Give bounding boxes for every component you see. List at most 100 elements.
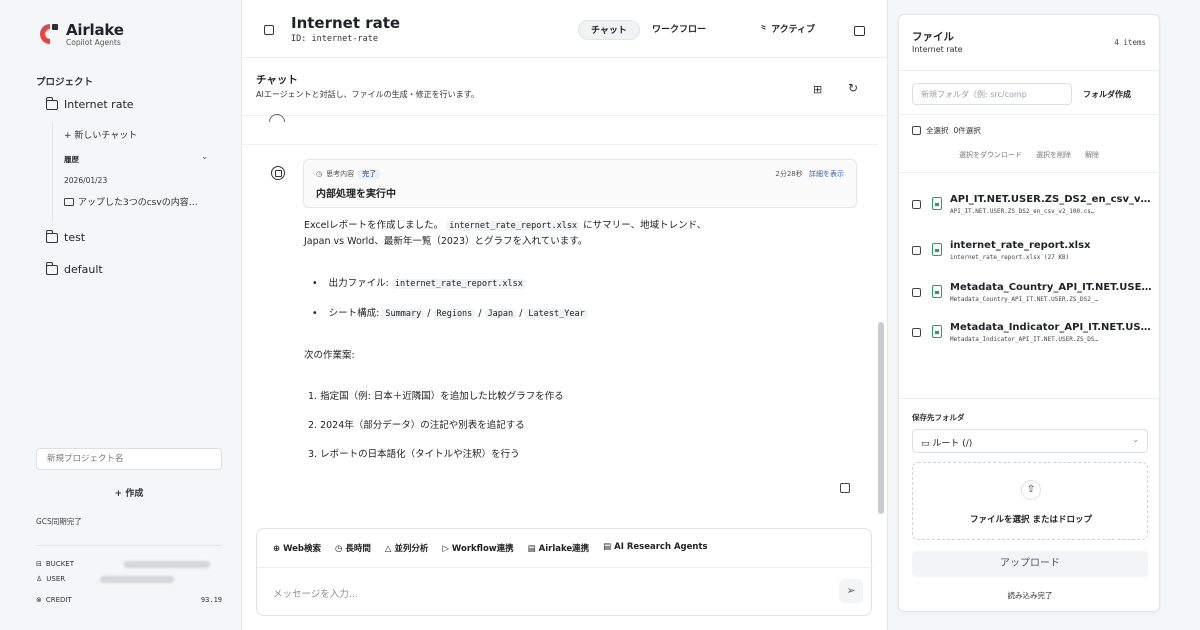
assistant-message: Excelレポートを作成しました。 internet_rate_report.x… xyxy=(304,218,824,249)
logo-name: Airlake xyxy=(66,21,124,39)
tab-workflow[interactable]: ワークフロー xyxy=(652,20,706,40)
list-item: 1. 指定国（例: 日本＋近隣国）を追加した比較グラフを作る xyxy=(308,391,564,402)
thought-duration: 2分28秒 xyxy=(775,170,803,178)
top-header: Internet rate ID: internet-rate チャット ワーク… xyxy=(242,0,888,58)
history-chat-label: アップした3つのcsvの内容… xyxy=(78,198,198,208)
logo[interactable]: Airlake Copilot Agents xyxy=(36,19,146,49)
projects-heading: プロジェクト xyxy=(36,77,94,88)
logo-subtitle: Copilot Agents xyxy=(66,38,121,47)
file-icon xyxy=(932,325,942,338)
gcs-sync-status: GCS同期完了 xyxy=(36,517,82,526)
destination-folder-label: 保存先フォルダ xyxy=(912,413,965,422)
file-row[interactable]: API_IT.NET.USER.ZS_DS2_en_csv_v2_100.csv… xyxy=(912,191,1152,219)
tool-airlake[interactable]: ▤ Airlake連携 xyxy=(528,542,590,554)
chat-header: チャット AIエージェントと対話し、ファイルの生成・修正を行います。 ⊞ ↻ xyxy=(242,58,888,116)
tab-chat[interactable]: チャット xyxy=(578,20,640,40)
tool-web-search[interactable]: ⊕ Web検索 xyxy=(273,542,321,554)
selected-count: 0件選択 xyxy=(953,126,981,135)
thought-title: 内部処理を実行中 xyxy=(316,189,396,200)
bucket-label: BUCKET xyxy=(45,560,74,568)
send-icon[interactable]: ➢ xyxy=(839,579,863,603)
list-item: 3. レポートの日本語化（タイトルや注釈）を行う xyxy=(308,449,520,460)
main-panel: Internet rate ID: internet-rate チャット ワーク… xyxy=(242,0,888,630)
clock-icon: ◷ xyxy=(316,170,323,178)
bucket-row: ⊟ BUCKET xyxy=(36,560,222,568)
file-row[interactable]: Metadata_Indicator_API_IT.NET.USER.ZS_DS… xyxy=(912,319,1152,347)
file-name: Metadata_Country_API_IT.NET.USER.ZS_DS2 xyxy=(950,282,1152,293)
thought-panel[interactable]: ◷ 思考内容 完了 内部処理を実行中 2分28秒 詳細を表示 xyxy=(303,159,857,208)
load-status: 読み込み完了 xyxy=(1007,591,1053,600)
create-project-button[interactable]: + 作成 xyxy=(36,486,222,499)
file-checkbox[interactable] xyxy=(912,246,921,255)
credit-row: ⊗ CREDIT 93.19 xyxy=(36,596,222,604)
select-all-checkbox[interactable] xyxy=(912,126,921,135)
separator-text: / xyxy=(478,308,482,319)
file-checkbox[interactable] xyxy=(912,200,921,209)
destination-value: ルート (/) xyxy=(932,439,973,449)
bot-avatar-icon xyxy=(271,166,285,180)
list-item: シート構成: Summary / Regions / Japan / Lates… xyxy=(312,305,588,319)
new-folder-input[interactable]: 新規フォルダ（例: src/comp xyxy=(912,83,1072,105)
file-checkbox[interactable] xyxy=(912,288,921,297)
tree-line xyxy=(52,122,53,222)
list-item: 出力ファイル: internet_rate_report.xlsx xyxy=(312,275,526,289)
project-item-internet-rate[interactable]: Internet rate xyxy=(45,97,134,111)
status-badge: 完了 xyxy=(358,169,381,179)
message-separator xyxy=(242,144,878,145)
details-link[interactable]: 詳細を表示 xyxy=(809,170,844,178)
folder-icon xyxy=(45,262,58,275)
thought-label: 思考内容 xyxy=(326,170,355,178)
chevron-down-icon[interactable]: ⌄ xyxy=(201,152,209,162)
tool-parallel-analysis[interactable]: △ 並列分析 xyxy=(385,542,429,554)
file-meta: internet_rate_report.xlsx (27 KB) xyxy=(950,254,1070,261)
files-title: ファイル xyxy=(912,31,954,43)
new-project-input[interactable] xyxy=(36,448,222,470)
files-subtitle: Internet rate xyxy=(912,45,963,54)
copy-icon[interactable] xyxy=(840,483,850,493)
message-composer: ⊕ Web検索 ◷ 長時間 △ 並列分析 ▷ Workflow連携 ▤ Airl… xyxy=(256,528,873,616)
file-icon xyxy=(932,243,942,256)
bullet-label: シート構成: xyxy=(328,308,380,319)
panel-toggle-icon[interactable] xyxy=(854,26,865,36)
file-meta: Metadata_Indicator_API_IT.NET.USER.ZS_DS… xyxy=(950,336,1099,343)
new-chat-button[interactable]: + 新しいチャット xyxy=(64,128,137,141)
delete-selected-button[interactable]: 選択を削除 xyxy=(1036,150,1071,160)
file-icon xyxy=(932,197,942,210)
user-label: USER xyxy=(46,575,66,583)
download-selected-button[interactable]: 選択をダウンロード xyxy=(959,150,1022,160)
tool-workflow[interactable]: ▷ Workflow連携 xyxy=(442,542,513,554)
file-checkbox[interactable] xyxy=(912,328,921,337)
file-drop-zone[interactable]: ⇧ ファイルを選択 またはドロップ xyxy=(912,462,1148,540)
create-folder-button[interactable]: フォルダ作成 xyxy=(1083,89,1131,100)
separator-text: / xyxy=(427,308,431,319)
tool-ai-research[interactable]: ▤ AI Research Agents xyxy=(603,542,707,554)
file-meta: Metadata_Country_API_IT.NET.USER.ZS_DS2_… xyxy=(950,296,1099,303)
list-item: 2. 2024年（部分データ）の注記や別表を追記する xyxy=(308,420,525,431)
tool-long-running[interactable]: ◷ 長時間 xyxy=(335,542,371,554)
divider xyxy=(36,545,222,546)
project-item-test[interactable]: test xyxy=(45,230,85,244)
destination-folder-select[interactable]: ▭ ルート (/) ⌄ xyxy=(912,429,1148,453)
user-icon: ♙ xyxy=(36,575,43,583)
message-input[interactable]: メッセージを入力... xyxy=(273,586,358,600)
redacted-value xyxy=(100,575,174,583)
upload-button[interactable]: アップロード xyxy=(912,551,1148,577)
select-all-row[interactable]: 全選択 0件選択 xyxy=(912,125,981,136)
chat-title: チャット xyxy=(256,74,298,86)
drop-zone-text: ファイルを選択 またはドロップ xyxy=(970,515,1092,525)
tab-active[interactable]: ⺀ アクティブ xyxy=(759,20,815,40)
history-chat-item[interactable]: アップした3つのcsvの内容… xyxy=(64,195,198,208)
grid-add-icon[interactable]: ⊞ xyxy=(813,83,822,96)
inline-code: Regions xyxy=(433,309,476,319)
file-name: internet_rate_report.xlsx xyxy=(950,240,1091,251)
clear-selection-button[interactable]: 解除 xyxy=(1085,150,1099,160)
file-meta: API_IT.NET.USER.ZS_DS2_en_csv_v2_100.cs… xyxy=(950,208,1095,215)
bullet-label: 出力ファイル: xyxy=(328,278,389,289)
project-item-default[interactable]: default xyxy=(45,262,103,276)
file-row[interactable]: internet_rate_report.xlsx internet_rate_… xyxy=(912,237,1152,265)
refresh-icon[interactable]: ↻ xyxy=(848,81,858,95)
divider xyxy=(899,70,1161,71)
file-row[interactable]: Metadata_Country_API_IT.NET.USER.ZS_DS2 … xyxy=(912,279,1152,307)
message-text: Excelレポートを作成しました。 xyxy=(304,220,444,231)
scrollbar[interactable] xyxy=(878,322,884,514)
